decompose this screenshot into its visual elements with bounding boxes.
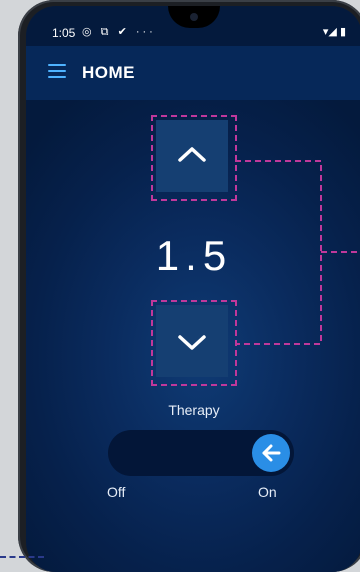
mode-label: Therapy: [168, 402, 220, 418]
toggle-on-label: On: [258, 484, 277, 500]
decrease-button[interactable]: [156, 305, 228, 377]
chevron-down-icon: [178, 335, 206, 350]
callout-connector: [235, 160, 360, 345]
signal-battery-icons: ▾◢ ▮: [322, 26, 346, 38]
chevron-up-icon: [178, 147, 206, 162]
therapy-toggle[interactable]: [108, 430, 294, 476]
page-title: HOME: [82, 63, 135, 82]
app-screen: 1:05 ◎ ⧉ ✔ ··· ▾◢ ▮ HOME 1.5 Therapy Off…: [26, 6, 360, 572]
notification-icons: ◎ ⧉ ✔ ···: [82, 26, 156, 38]
toggle-knob[interactable]: [252, 434, 290, 472]
arrow-left-icon: [262, 444, 281, 462]
hamburger-menu-icon[interactable]: [48, 63, 66, 79]
camera-icon: [190, 13, 198, 21]
status-time: 1:05: [52, 26, 76, 40]
app-bar: HOME: [26, 46, 360, 100]
increase-button[interactable]: [156, 120, 228, 192]
toggle-off-label: Off: [107, 484, 126, 500]
phone-frame: 1:05 ◎ ⧉ ✔ ··· ▾◢ ▮ HOME 1.5 Therapy Off…: [18, 0, 360, 572]
bottom-dash-line: [0, 556, 44, 558]
